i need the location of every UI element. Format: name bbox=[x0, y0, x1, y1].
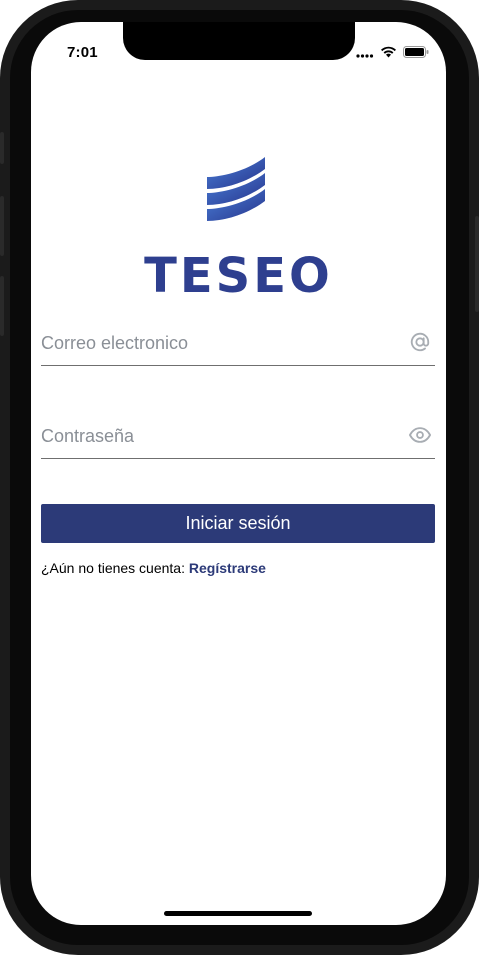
wifi-icon bbox=[381, 46, 396, 58]
password-input[interactable] bbox=[41, 413, 391, 459]
login-button[interactable]: Iniciar sesión bbox=[41, 504, 435, 543]
eye-icon[interactable] bbox=[409, 424, 431, 446]
register-prompt: ¿Aún no tienes cuenta: bbox=[41, 560, 189, 576]
screen: 7:01 TESEO Correo electronico Iniciar se… bbox=[31, 22, 446, 925]
signal-icon bbox=[356, 53, 374, 58]
mute-switch bbox=[0, 132, 4, 164]
brand-wordmark: TESEO bbox=[144, 248, 333, 304]
notch bbox=[123, 22, 355, 60]
at-icon bbox=[410, 332, 430, 352]
register-prompt-line: ¿Aún no tienes cuenta: Regístrarse bbox=[41, 560, 266, 576]
teseo-logo-icon bbox=[207, 157, 265, 221]
email-input[interactable] bbox=[41, 320, 391, 366]
home-indicator[interactable] bbox=[164, 911, 312, 916]
status-time: 7:01 bbox=[67, 44, 98, 61]
volume-up-button bbox=[0, 196, 4, 256]
status-icons bbox=[356, 46, 429, 58]
volume-down-button bbox=[0, 276, 4, 336]
register-link[interactable]: Regístrarse bbox=[189, 560, 266, 576]
battery-icon bbox=[403, 46, 429, 58]
password-field[interactable] bbox=[41, 413, 435, 459]
email-field[interactable] bbox=[41, 320, 435, 366]
power-button bbox=[475, 216, 479, 312]
